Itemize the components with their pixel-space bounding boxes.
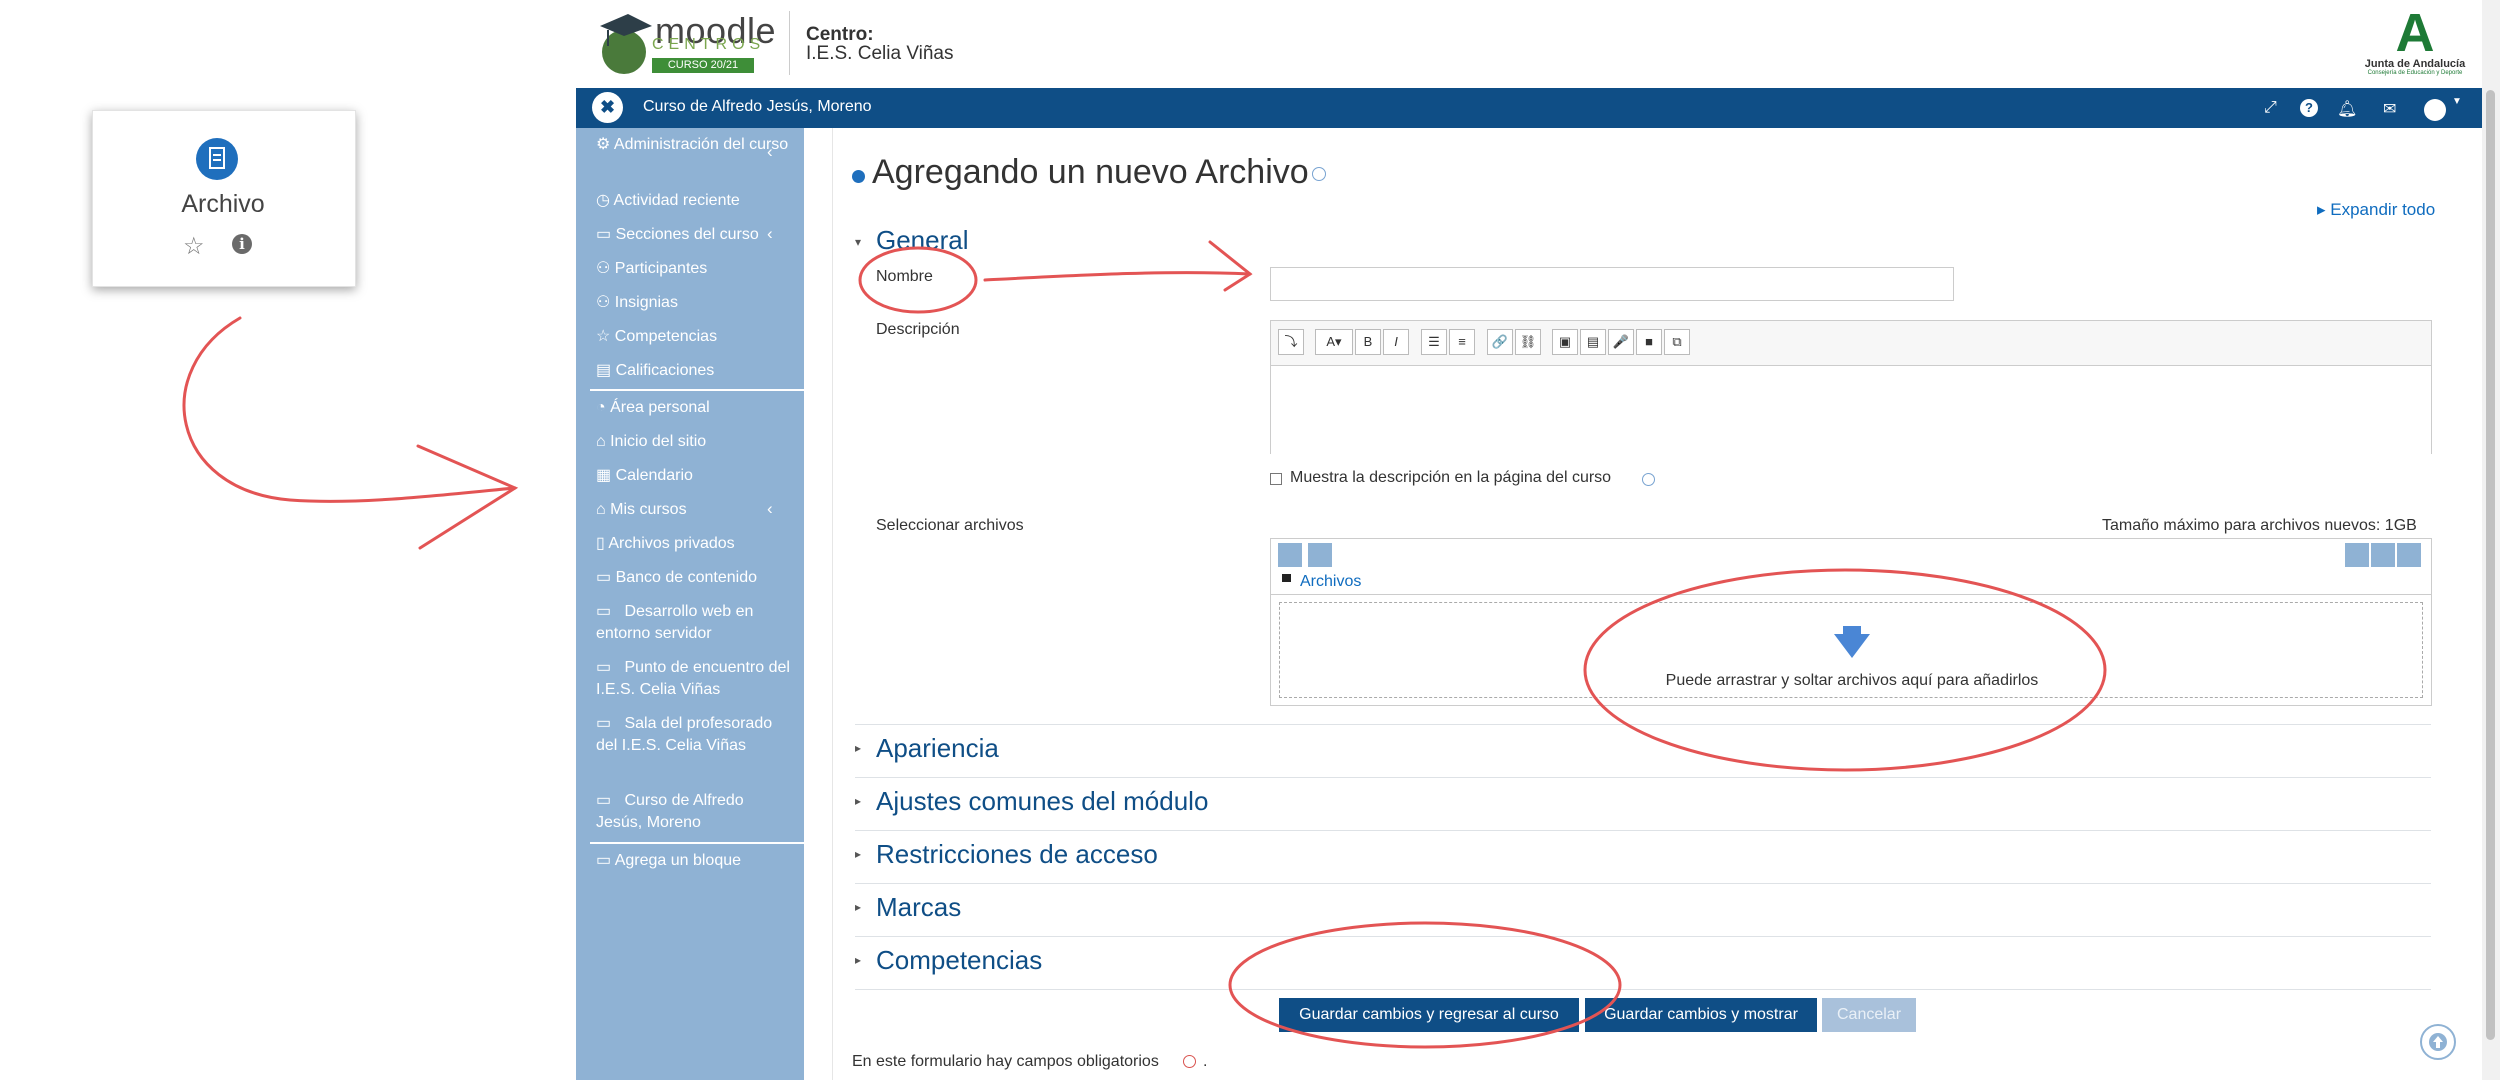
annotation-circle-dropzone — [1583, 568, 2107, 772]
red-annotations — [182, 240, 2107, 1049]
annotation-circle-save — [1228, 921, 1622, 1049]
annotation-circle-nombre — [858, 246, 978, 314]
annotation-arrowhead-nombre — [1208, 240, 1253, 292]
annotation-arrow-curve — [182, 316, 517, 503]
annotation-arrow-nombre — [983, 271, 1252, 282]
